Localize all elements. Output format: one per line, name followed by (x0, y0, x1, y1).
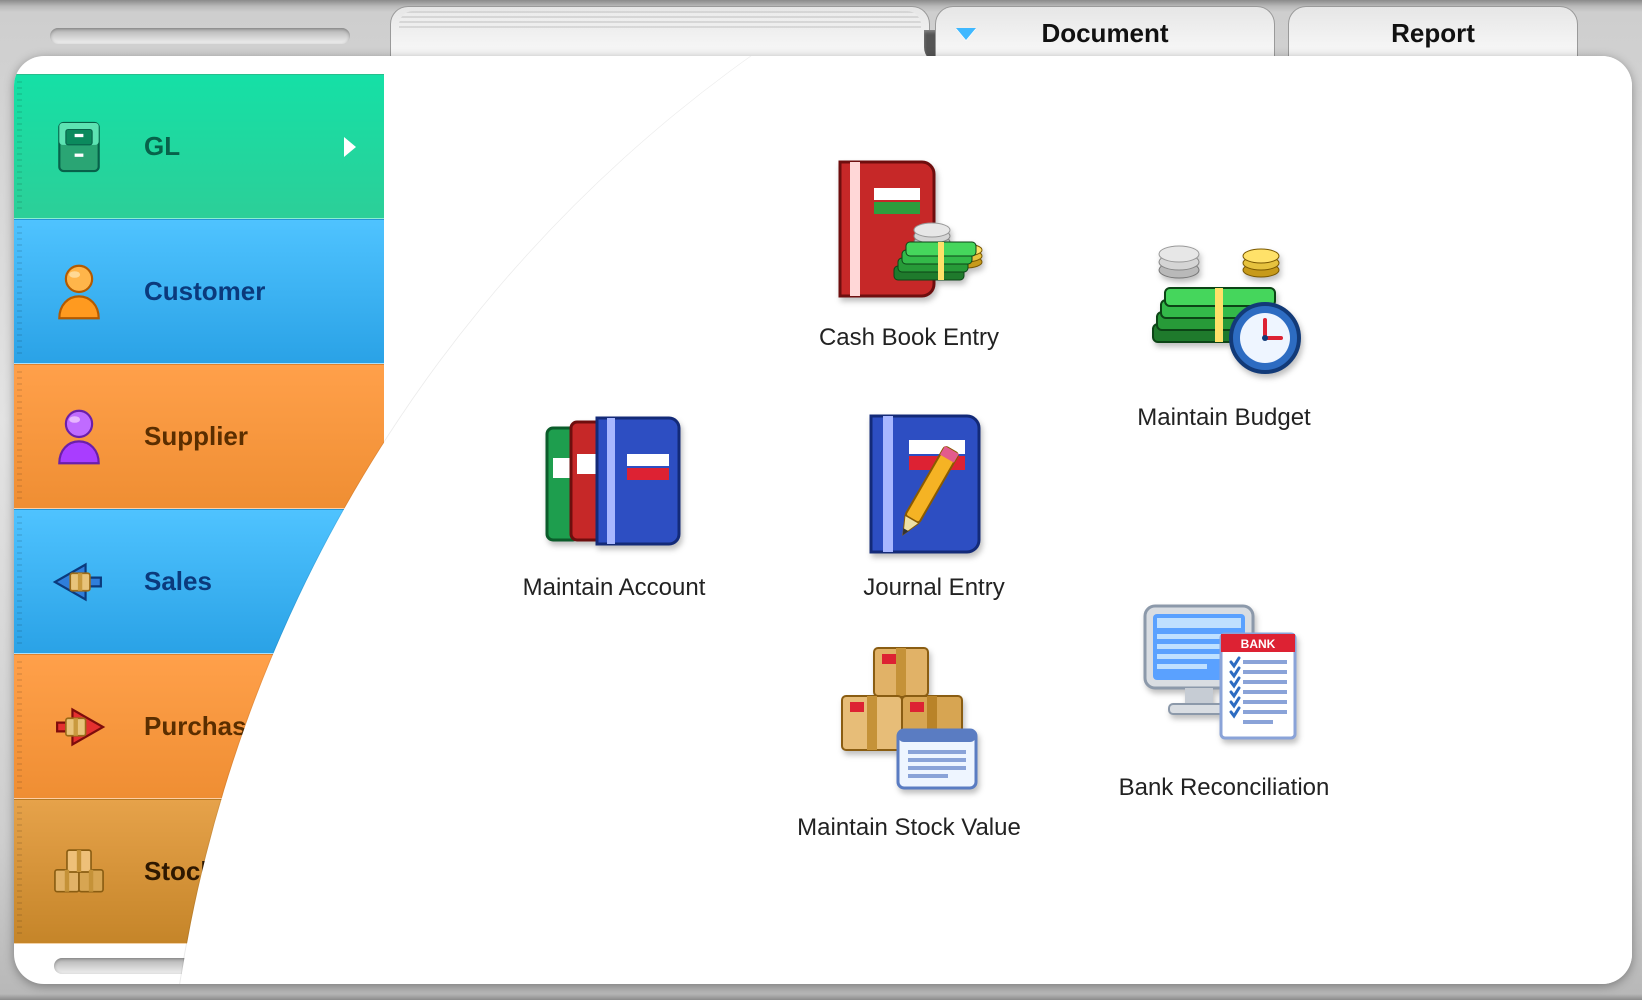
tab-blank[interactable] (390, 6, 930, 60)
item-label: Maintain Budget (1094, 404, 1354, 432)
book-pencil-icon (849, 396, 1019, 566)
sidebar-item-label: Customer (144, 276, 265, 307)
item-label: Journal Entry (804, 574, 1064, 602)
item-label: Bank Reconciliation (1094, 774, 1354, 802)
sidebar-item-label: GL (144, 131, 180, 162)
monitor-bank-statement-icon: BANK (1139, 596, 1309, 766)
sidebar-item-customer[interactable]: Customer (14, 219, 384, 364)
item-bank-reconciliation[interactable]: BANK (1094, 596, 1354, 802)
item-maintain-stock-value[interactable]: Maintain Stock Value (779, 636, 1039, 842)
person-orange-icon (44, 257, 114, 327)
chevron-right-icon (344, 137, 356, 157)
dropdown-icon (956, 28, 976, 40)
ledger-money-icon (824, 146, 994, 316)
item-journal-entry[interactable]: Journal Entry (804, 396, 1064, 602)
tab-document-label: Document (1041, 18, 1168, 49)
sidebar-item-label: Supplier (144, 421, 248, 452)
money-clock-icon (1139, 226, 1309, 396)
sidebar-item-supplier[interactable]: Supplier (14, 364, 384, 509)
books-icon (529, 396, 699, 566)
person-purple-icon (44, 402, 114, 472)
box-arrow-right-icon (44, 692, 114, 762)
item-cash-book-entry[interactable]: Cash Book Entry (779, 146, 1039, 352)
tab-document[interactable]: Document (935, 6, 1275, 60)
item-label: Maintain Account (484, 574, 744, 602)
tab-row: Document Report (0, 0, 1642, 60)
top-scroll-bar[interactable] (50, 28, 350, 44)
sidebar-item-gl[interactable]: GL (14, 74, 384, 219)
item-label: Maintain Stock Value (779, 814, 1039, 842)
app-window: Document Report GL (0, 0, 1642, 1000)
boxes-list-icon (824, 636, 994, 806)
boxes-icon (44, 837, 114, 907)
svg-text:BANK: BANK (1241, 637, 1276, 651)
content-area: Maintain Account (414, 96, 1612, 964)
tab-report[interactable]: Report (1288, 6, 1578, 60)
tab-report-label: Report (1391, 18, 1475, 49)
sidebar-item-label: Sales (144, 566, 212, 597)
item-maintain-account[interactable]: Maintain Account (484, 396, 744, 602)
main-panel: GL Customer (14, 56, 1632, 984)
item-maintain-budget[interactable]: Maintain Budget (1094, 226, 1354, 432)
box-arrow-left-icon (44, 547, 114, 617)
cabinet-icon (44, 112, 114, 182)
item-label: Cash Book Entry (779, 324, 1039, 352)
